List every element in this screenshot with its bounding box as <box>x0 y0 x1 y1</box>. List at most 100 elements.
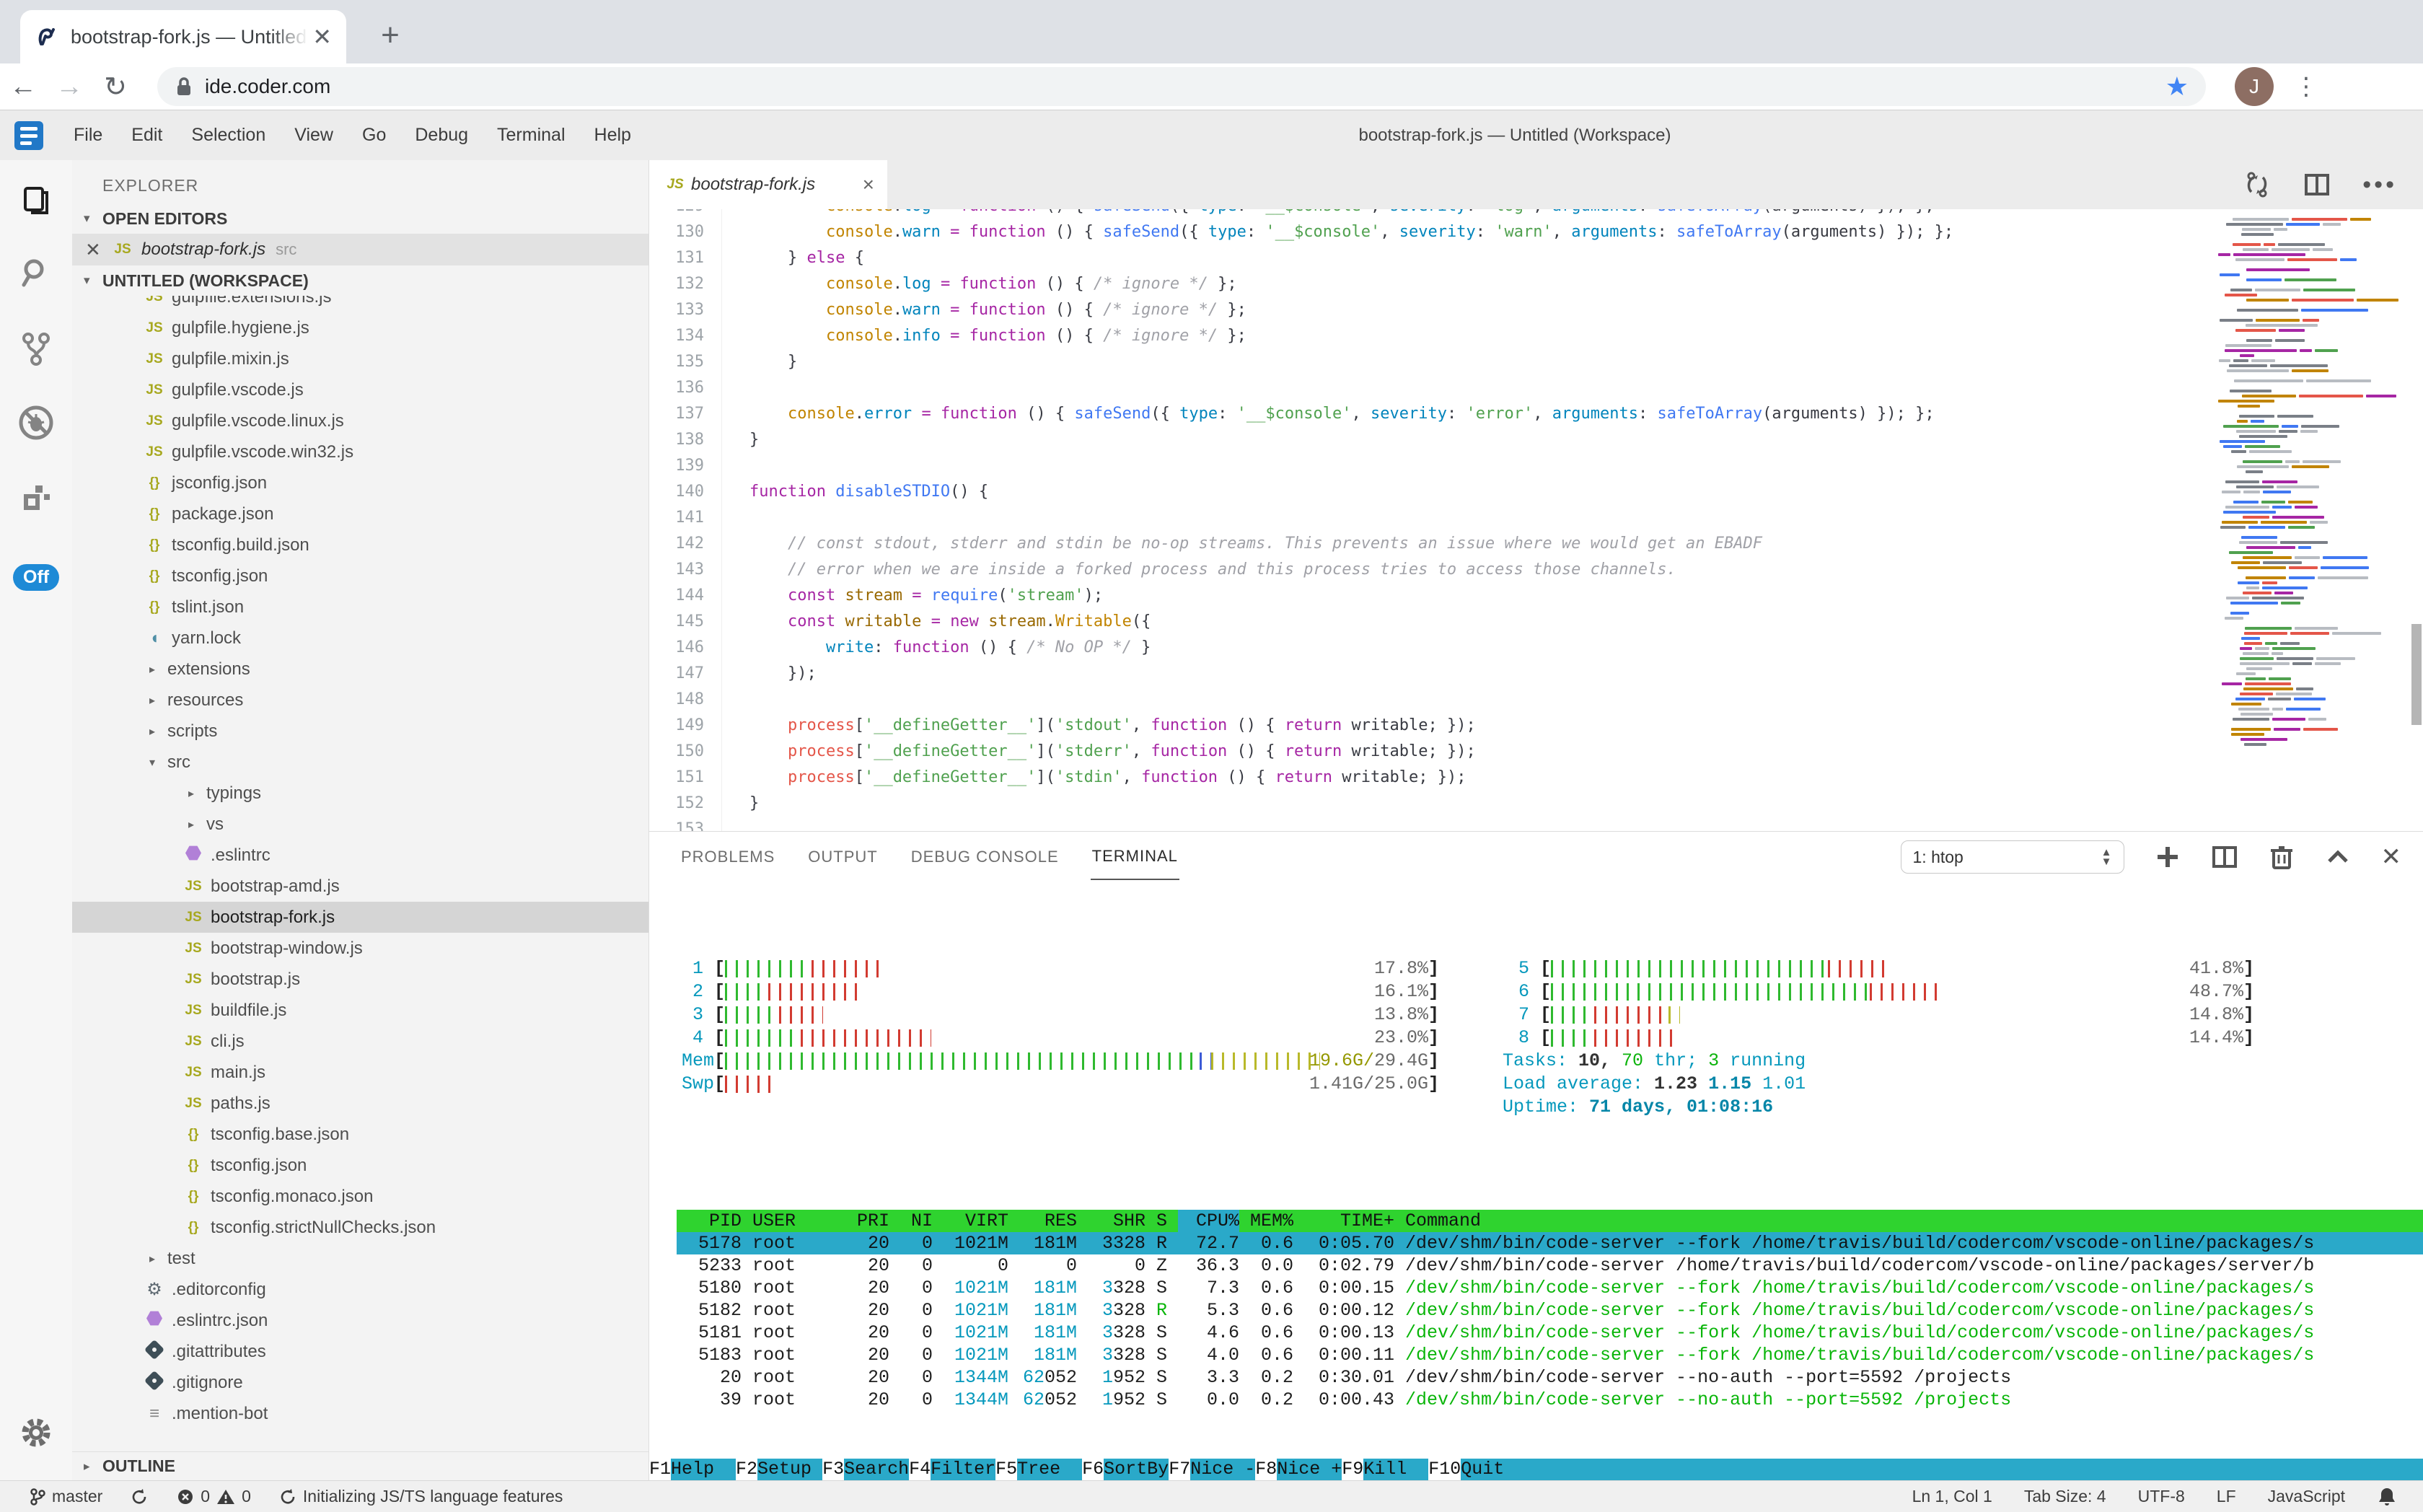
menu-selection[interactable]: Selection <box>177 125 280 146</box>
off-badge[interactable]: Off <box>13 564 59 591</box>
menu-file[interactable]: File <box>59 125 117 146</box>
code-line[interactable]: 141 <box>649 505 2214 531</box>
notifications-bell-icon[interactable] <box>2377 1486 2397 1508</box>
tree-item-.eslintrc.json[interactable]: .eslintrc.json <box>72 1305 648 1336</box>
tree-item-.editorconfig[interactable]: ⚙.editorconfig <box>72 1274 648 1305</box>
tree-item-buildfile.js[interactable]: JSbuildfile.js <box>72 995 648 1026</box>
extensions-icon[interactable] <box>0 460 72 535</box>
code-server-logo-icon[interactable] <box>14 121 43 150</box>
menu-go[interactable]: Go <box>348 125 400 146</box>
tree-item-gulpfile.extensions.js[interactable]: JSgulpfile.extensions.js <box>72 296 648 312</box>
split-terminal-icon[interactable] <box>2211 843 2238 871</box>
tree-item-.gitignore[interactable]: .gitignore <box>72 1367 648 1398</box>
tree-item-bootstrap.js[interactable]: JSbootstrap.js <box>72 964 648 995</box>
tree-item-src[interactable]: ▾src <box>72 747 648 778</box>
tree-item-tsconfig.strictNullChecks.json[interactable]: {}tsconfig.strictNullChecks.json <box>72 1212 648 1243</box>
tree-item-gulpfile.mixin.js[interactable]: JSgulpfile.mixin.js <box>72 343 648 374</box>
tree-item-extensions[interactable]: ▸extensions <box>72 654 648 685</box>
tree-item-resources[interactable]: ▸resources <box>72 685 648 716</box>
bookmark-star-icon[interactable]: ★ <box>2165 71 2189 102</box>
tree-item-gulpfile.hygiene.js[interactable]: JSgulpfile.hygiene.js <box>72 312 648 343</box>
tree-item-bootstrap-window.js[interactable]: JSbootstrap-window.js <box>72 933 648 964</box>
code-line[interactable]: 138} <box>649 427 2214 453</box>
tree-item-cli.js[interactable]: JScli.js <box>72 1026 648 1057</box>
code-line[interactable]: 147 }); <box>649 661 2214 687</box>
code-line[interactable]: 148 <box>649 687 2214 713</box>
panel-tab-problems[interactable]: PROBLEMS <box>680 835 776 879</box>
terminal[interactable]: 1 [17.8%] 2 [16.1%] 3 [13.8%] 4 [23.0%]M… <box>649 882 2423 1480</box>
tree-item-yarn.lock[interactable]: ◖yarn.lock <box>72 623 648 654</box>
editor-tab[interactable]: JS bootstrap-fork.js × <box>649 160 887 209</box>
explorer-icon[interactable] <box>0 160 72 235</box>
browser-avatar[interactable]: J <box>2235 67 2274 106</box>
tree-item-bootstrap-amd.js[interactable]: JSbootstrap-amd.js <box>72 871 648 902</box>
terminal-selector[interactable]: 1: htop ▲▼ <box>1901 840 2124 874</box>
tree-item-paths.js[interactable]: JSpaths.js <box>72 1088 648 1119</box>
tree-item-tsconfig.monaco.json[interactable]: {}tsconfig.monaco.json <box>72 1181 648 1212</box>
tree-item-typings[interactable]: ▸typings <box>72 778 648 809</box>
code-line[interactable]: 129 console.log = function () { safeSend… <box>649 209 2214 219</box>
code-line[interactable]: 130 console.warn = function () { safeSen… <box>649 219 2214 245</box>
tree-item-gulpfile.vscode.js[interactable]: JSgulpfile.vscode.js <box>72 374 648 405</box>
code-line[interactable]: 132 console.log = function () { /* ignor… <box>649 271 2214 297</box>
more-actions-icon[interactable]: ••• <box>2362 171 2397 199</box>
settings-gear-icon[interactable] <box>0 1414 72 1451</box>
tree-item-tslint.json[interactable]: {}tslint.json <box>72 592 648 623</box>
code-line[interactable]: 150 process['__defineGetter__']('stderr'… <box>649 739 2214 765</box>
menu-view[interactable]: View <box>280 125 348 146</box>
code-editor[interactable]: 129 console.log = function () { safeSend… <box>649 209 2423 831</box>
tree-item-package.json[interactable]: {}package.json <box>72 498 648 529</box>
menu-edit[interactable]: Edit <box>117 125 177 146</box>
tree-item-gulpfile.vscode.win32.js[interactable]: JSgulpfile.vscode.win32.js <box>72 436 648 467</box>
editor-scrollbar[interactable] <box>2411 624 2422 725</box>
tree-item-.mention-bot[interactable]: ≡.mention-bot <box>72 1398 648 1429</box>
code-line[interactable]: 137 console.error = function () { safeSe… <box>649 401 2214 427</box>
new-terminal-icon[interactable] <box>2155 844 2181 870</box>
status-javascript[interactable]: JavaScript <box>2268 1487 2345 1506</box>
status-lf[interactable]: LF <box>2217 1487 2236 1506</box>
code-line[interactable]: 151 process['__defineGetter__']('stdin',… <box>649 765 2214 791</box>
code-line[interactable]: 142 // const stdout, stderr and stdin be… <box>649 531 2214 557</box>
code-line[interactable]: 135 } <box>649 349 2214 375</box>
code-line[interactable]: 143 // error when we are inside a forked… <box>649 557 2214 583</box>
tree-item-test[interactable]: ▸test <box>72 1243 648 1274</box>
tab-close-icon[interactable]: × <box>863 173 874 196</box>
menu-help[interactable]: Help <box>580 125 646 146</box>
panel-tab-output[interactable]: OUTPUT <box>806 835 879 879</box>
panel-tab-terminal[interactable]: TERMINAL <box>1091 834 1179 880</box>
kill-terminal-icon[interactable] <box>2269 843 2295 871</box>
tree-item-tsconfig.base.json[interactable]: {}tsconfig.base.json <box>72 1119 648 1150</box>
sync-icon[interactable] <box>130 1487 149 1506</box>
browser-menu-icon[interactable]: ⋮ <box>2294 72 2318 101</box>
debug-icon[interactable] <box>0 385 72 460</box>
minimap[interactable] <box>2218 218 2398 748</box>
new-tab-button[interactable]: + <box>369 16 411 58</box>
sync-changes-icon[interactable] <box>2243 170 2272 199</box>
tree-item-tsconfig.json[interactable]: {}tsconfig.json <box>72 1150 648 1181</box>
code-line[interactable]: 152} <box>649 791 2214 817</box>
code-line[interactable]: 131 } else { <box>649 245 2214 271</box>
tree-item-.gitattributes[interactable]: .gitattributes <box>72 1336 648 1367</box>
back-icon[interactable]: ← <box>0 71 46 102</box>
reload-icon[interactable]: ↻ <box>92 71 138 103</box>
forward-icon[interactable]: → <box>46 71 92 102</box>
outline-header[interactable]: ▸ OUTLINE <box>72 1451 648 1480</box>
split-editor-icon[interactable] <box>2303 171 2331 198</box>
maximize-panel-icon[interactable] <box>2325 844 2351 870</box>
status-ln-1-col-1[interactable]: Ln 1, Col 1 <box>1912 1487 1992 1506</box>
tree-item-jsconfig.json[interactable]: {}jsconfig.json <box>72 467 648 498</box>
close-panel-icon[interactable]: ✕ <box>2381 843 2402 871</box>
panel-tab-debug-console[interactable]: DEBUG CONSOLE <box>910 835 1060 879</box>
menu-debug[interactable]: Debug <box>400 125 483 146</box>
tree-item-tsconfig.json[interactable]: {}tsconfig.json <box>72 561 648 592</box>
code-line[interactable]: 140function disableSTDIO() { <box>649 479 2214 505</box>
code-line[interactable]: 133 console.warn = function () { /* igno… <box>649 297 2214 323</box>
code-line[interactable]: 149 process['__defineGetter__']('stdout'… <box>649 713 2214 739</box>
tree-item-scripts[interactable]: ▸scripts <box>72 716 648 747</box>
code-line[interactable]: 136 <box>649 375 2214 401</box>
address-bar[interactable]: ide.coder.com ★ <box>157 67 2206 106</box>
status-utf-8[interactable]: UTF-8 <box>2138 1487 2185 1506</box>
language-status[interactable]: Initializing JS/TS language features <box>278 1487 563 1506</box>
code-line[interactable]: 153 <box>649 817 2214 831</box>
close-icon[interactable]: ✕ <box>85 239 110 261</box>
